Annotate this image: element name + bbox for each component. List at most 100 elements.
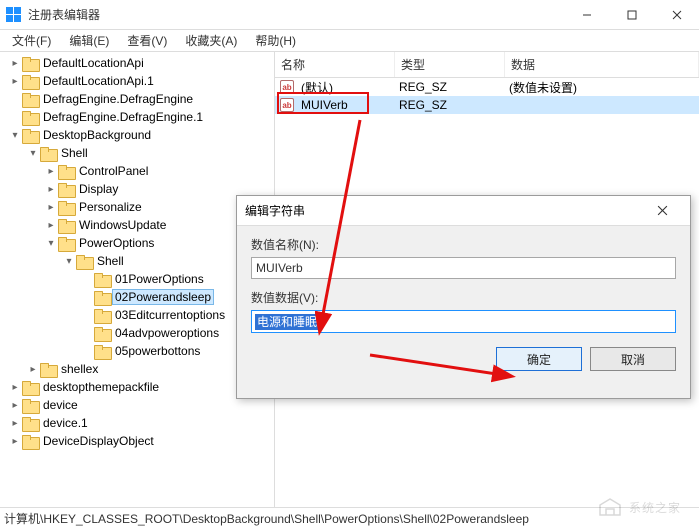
tree-item-label: desktopthemepackfile (41, 380, 161, 394)
tree-item[interactable]: 04advpoweroptions (0, 324, 274, 342)
menu-favorites[interactable]: 收藏夹(A) (177, 29, 245, 52)
tree-item-label: Display (77, 182, 120, 196)
app-icon (6, 7, 22, 23)
tree-item[interactable]: ▾ Shell (0, 144, 274, 162)
list-row[interactable]: ab(默认)REG_SZ(数值未设置) (275, 78, 699, 96)
tree-item[interactable]: ▸Personalize (0, 198, 274, 216)
folder-icon (22, 417, 38, 430)
tree-item-label: 02Powerandsleep (113, 290, 213, 304)
folder-icon (58, 165, 74, 178)
expander-icon[interactable]: ▾ (44, 238, 58, 249)
tree-item-label: Shell (59, 146, 90, 160)
folder-icon (76, 255, 92, 268)
tree-item[interactable]: ▸WindowsUpdate (0, 216, 274, 234)
tree-item-label: shellex (59, 362, 100, 376)
expander-icon[interactable]: ▸ (44, 220, 58, 231)
tree-item[interactable]: 02Powerandsleep (0, 288, 274, 306)
tree-item-label: ControlPanel (77, 164, 150, 178)
tree-item[interactable]: ▸ desktopthemepackfile (0, 378, 274, 396)
statusbar: 计算机\HKEY_CLASSES_ROOT\DesktopBackground\… (0, 507, 699, 527)
edit-string-dialog: 编辑字符串 数值名称(N): 数值数据(V): 电源和睡眠 确定 取消 (236, 195, 691, 399)
tree-item[interactable]: ▸ DeviceDisplayObject (0, 432, 274, 450)
tree-item[interactable]: 01PowerOptions (0, 270, 274, 288)
tree-item-label: DeviceDisplayObject (41, 434, 156, 448)
close-button[interactable] (654, 0, 699, 30)
folder-icon (94, 273, 110, 286)
tree-item-label: 03Editcurrentoptions (113, 308, 227, 322)
maximize-button[interactable] (609, 0, 654, 30)
tree-item[interactable]: DefragEngine.DefragEngine.1 (0, 108, 274, 126)
value-name-label: 数值名称(N): (251, 236, 676, 253)
tree-pane[interactable]: ▸DefaultLocationApi▸DefaultLocationApi.1… (0, 52, 275, 507)
col-name[interactable]: 名称 (275, 52, 395, 77)
list-header: 名称 类型 数据 (275, 52, 699, 78)
tree-item[interactable]: ▾ PowerOptions (0, 234, 274, 252)
tree-item[interactable]: ▸ DefaultLocationApi.1 (0, 72, 274, 90)
tree-item-label: device.1 (41, 416, 90, 430)
expander-icon[interactable]: ▾ (8, 130, 22, 141)
ok-button[interactable]: 确定 (496, 347, 582, 371)
list-row[interactable]: abMUIVerbREG_SZ (275, 96, 699, 114)
dialog-close-button[interactable] (642, 196, 682, 226)
tree-item[interactable]: ▸ device.1 (0, 414, 274, 432)
expander-icon[interactable]: ▾ (62, 256, 76, 267)
value-name-field[interactable] (251, 257, 676, 279)
string-value-icon: ab (279, 97, 295, 113)
string-value-icon: ab (279, 79, 295, 95)
value-data-text: 电源和睡眠 (255, 314, 319, 330)
expander-icon[interactable]: ▸ (44, 184, 58, 195)
cell-data: (数值未设置) (503, 79, 699, 96)
tree-item[interactable]: ▾DesktopBackground (0, 126, 274, 144)
tree-item-label: Shell (95, 254, 126, 268)
tree-item[interactable]: ▸DefaultLocationApi (0, 54, 274, 72)
titlebar: 注册表编辑器 (0, 0, 699, 30)
menu-file[interactable]: 文件(F) (4, 29, 59, 52)
folder-icon (22, 75, 38, 88)
tree-item-label: DefragEngine.DefragEngine (41, 92, 195, 106)
tree-item[interactable]: DefragEngine.DefragEngine (0, 90, 274, 108)
value-data-field[interactable]: 电源和睡眠 (251, 310, 676, 333)
expander-icon[interactable]: ▸ (44, 166, 58, 177)
folder-icon (94, 327, 110, 340)
tree-item[interactable]: ▸ shellex (0, 360, 274, 378)
tree-item-label: DefaultLocationApi.1 (41, 74, 156, 88)
cell-type: REG_SZ (393, 98, 503, 112)
expander-icon[interactable]: ▾ (26, 148, 40, 159)
cell-type: REG_SZ (393, 80, 503, 94)
expander-icon[interactable]: ▸ (8, 76, 22, 87)
folder-icon (58, 219, 74, 232)
expander-icon[interactable]: ▸ (44, 202, 58, 213)
expander-icon[interactable]: ▸ (26, 364, 40, 375)
tree-item-label: PowerOptions (77, 236, 156, 250)
tree-item-label: 04advpoweroptions (113, 326, 221, 340)
menubar: 文件(F) 编辑(E) 查看(V) 收藏夹(A) 帮助(H) (0, 30, 699, 52)
folder-icon (94, 291, 110, 304)
cell-name: MUIVerb (295, 98, 393, 112)
folder-icon (94, 309, 110, 322)
menu-help[interactable]: 帮助(H) (247, 29, 304, 52)
folder-icon (22, 129, 38, 142)
menu-view[interactable]: 查看(V) (119, 29, 175, 52)
menu-edit[interactable]: 编辑(E) (61, 29, 117, 52)
tree-item[interactable]: ▸ ControlPanel (0, 162, 274, 180)
tree-item-label: 01PowerOptions (113, 272, 206, 286)
folder-icon (22, 435, 38, 448)
folder-icon (58, 183, 74, 196)
expander-icon[interactable]: ▸ (8, 436, 22, 447)
tree-item[interactable]: ▾ Shell (0, 252, 274, 270)
tree-item[interactable]: ▸device (0, 396, 274, 414)
col-type[interactable]: 类型 (395, 52, 505, 77)
tree-item[interactable]: 03Editcurrentoptions (0, 306, 274, 324)
tree-item[interactable]: ▸ Display (0, 180, 274, 198)
expander-icon[interactable]: ▸ (8, 382, 22, 393)
tree-item-label: 05powerbottons (113, 344, 202, 358)
tree-item[interactable]: 05powerbottons (0, 342, 274, 360)
folder-icon (22, 57, 38, 70)
folder-icon (58, 237, 74, 250)
expander-icon[interactable]: ▸ (8, 400, 22, 411)
expander-icon[interactable]: ▸ (8, 58, 22, 69)
expander-icon[interactable]: ▸ (8, 418, 22, 429)
minimize-button[interactable] (564, 0, 609, 30)
col-data[interactable]: 数据 (505, 52, 699, 77)
cancel-button[interactable]: 取消 (590, 347, 676, 371)
